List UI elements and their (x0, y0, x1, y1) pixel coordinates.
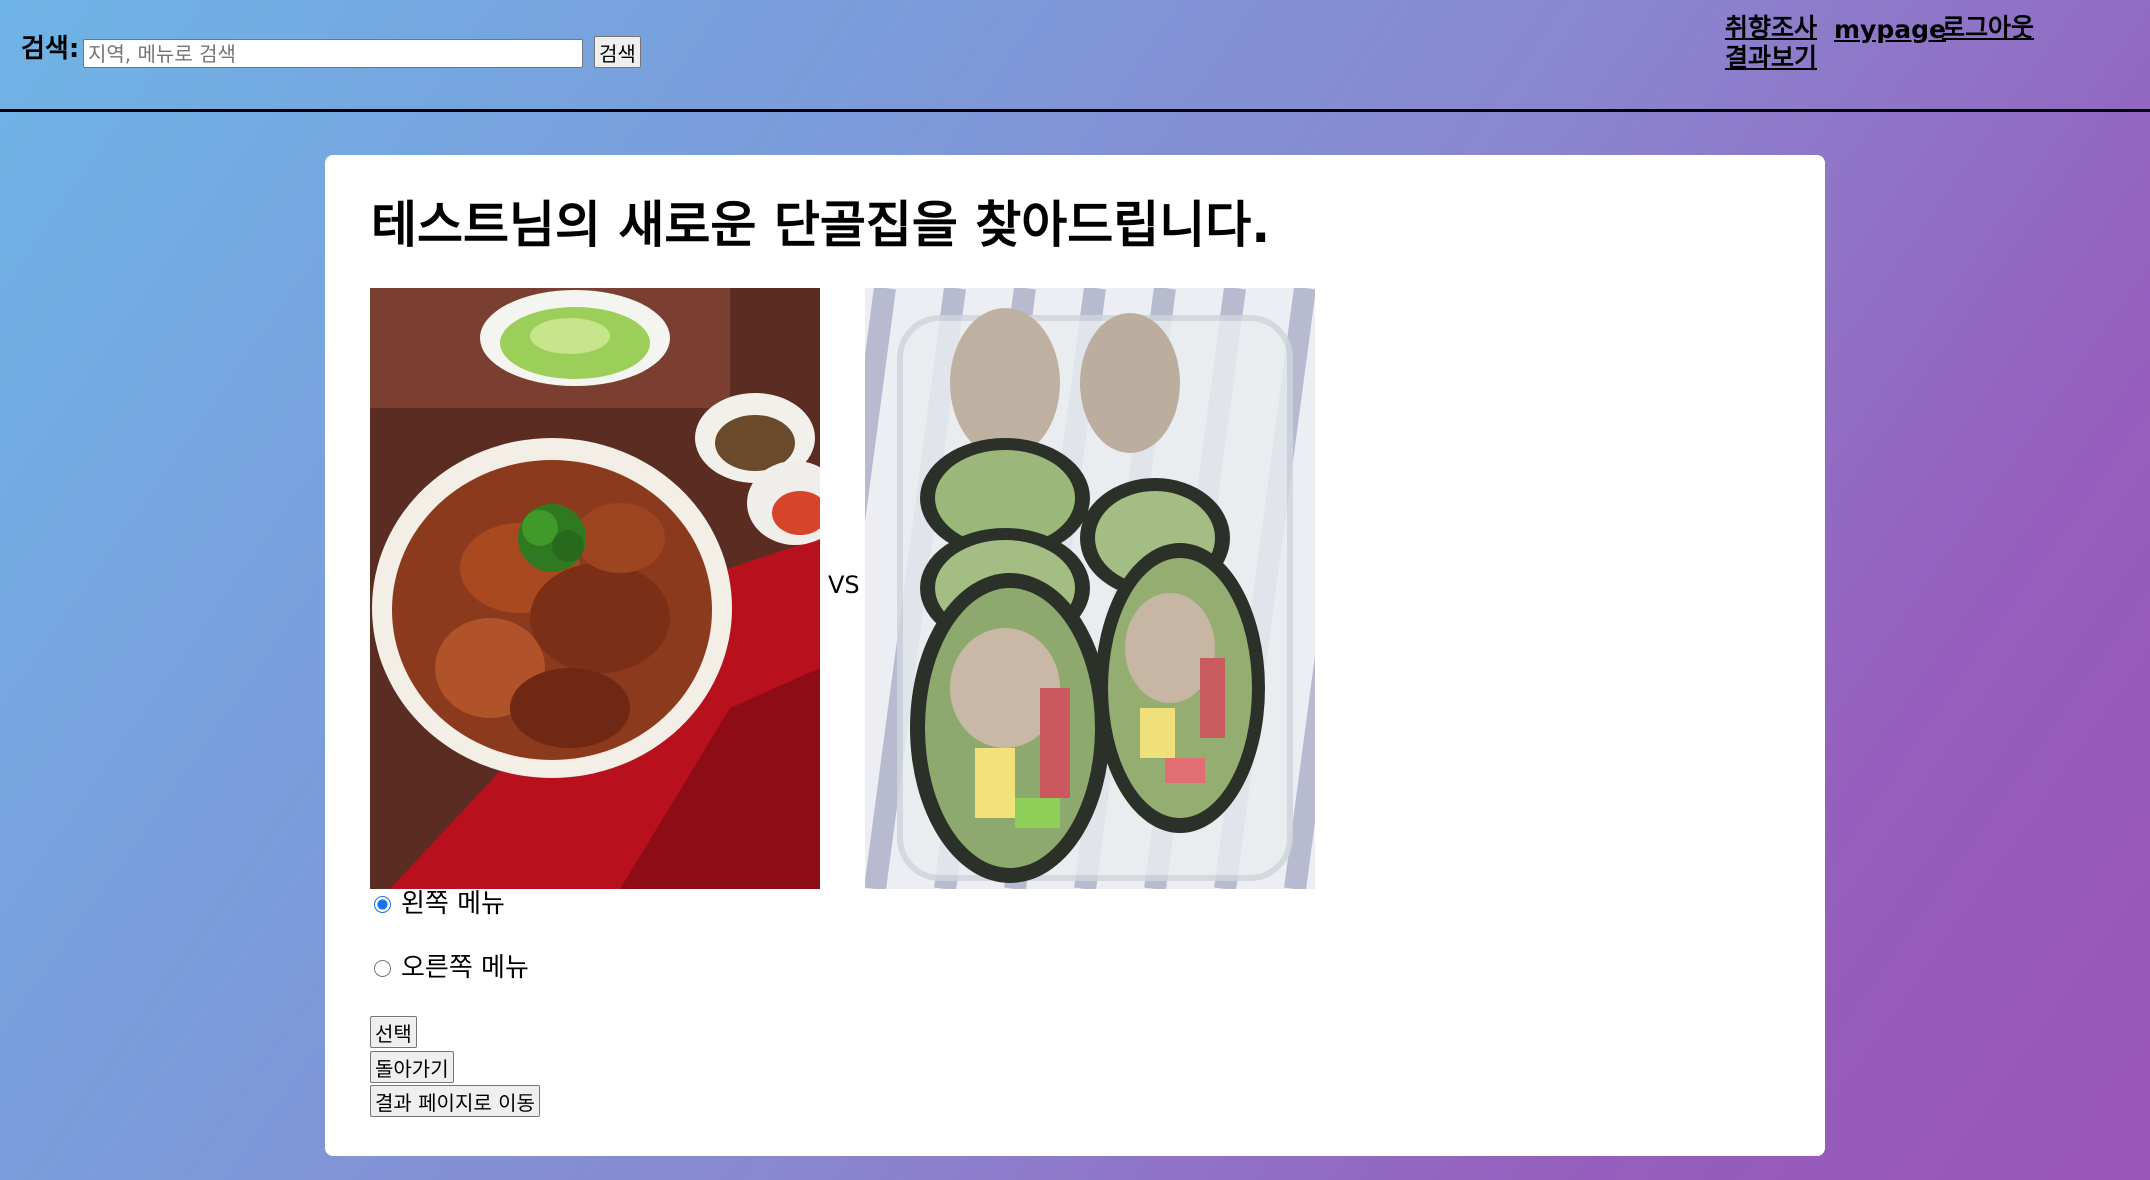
page-title: 테스트님의 새로운 단골집을 찾아드립니다. (371, 196, 1271, 254)
vs-label: VS (828, 571, 860, 599)
select-button[interactable]: 선택 (370, 1016, 417, 1048)
right-menu-radio[interactable] (374, 959, 391, 977)
nav-logout-link[interactable]: 로그아웃 (1942, 13, 2034, 43)
right-menu-option[interactable]: 오른쪽 메뉴 (370, 952, 529, 984)
right-menu-image (865, 288, 1315, 889)
left-menu-radio[interactable] (374, 895, 391, 913)
right-menu-label: 오른쪽 메뉴 (401, 953, 529, 983)
left-menu-label: 왼쪽 메뉴 (401, 889, 505, 919)
left-menu-image (370, 288, 820, 889)
search-label: 검색: (21, 34, 80, 64)
nav-survey-results-link[interactable]: 취향조사 결과보기 (1725, 13, 1821, 73)
main-card: 테스트님의 새로운 단골집을 찾아드립니다. VS 왼쪽 메뉴 오른쪽 메뉴 선… (325, 155, 1825, 1156)
back-button[interactable]: 돌아가기 (370, 1051, 454, 1083)
go-to-results-button[interactable]: 결과 페이지로 이동 (370, 1085, 540, 1117)
nav-mypage-link[interactable]: mypage (1834, 15, 1946, 45)
top-bar: 검색: 검색 취향조사 결과보기 mypage 로그아웃 (0, 0, 2150, 112)
left-menu-option[interactable]: 왼쪽 메뉴 (370, 888, 505, 920)
search-input[interactable] (83, 39, 583, 68)
search-button[interactable]: 검색 (594, 36, 641, 68)
